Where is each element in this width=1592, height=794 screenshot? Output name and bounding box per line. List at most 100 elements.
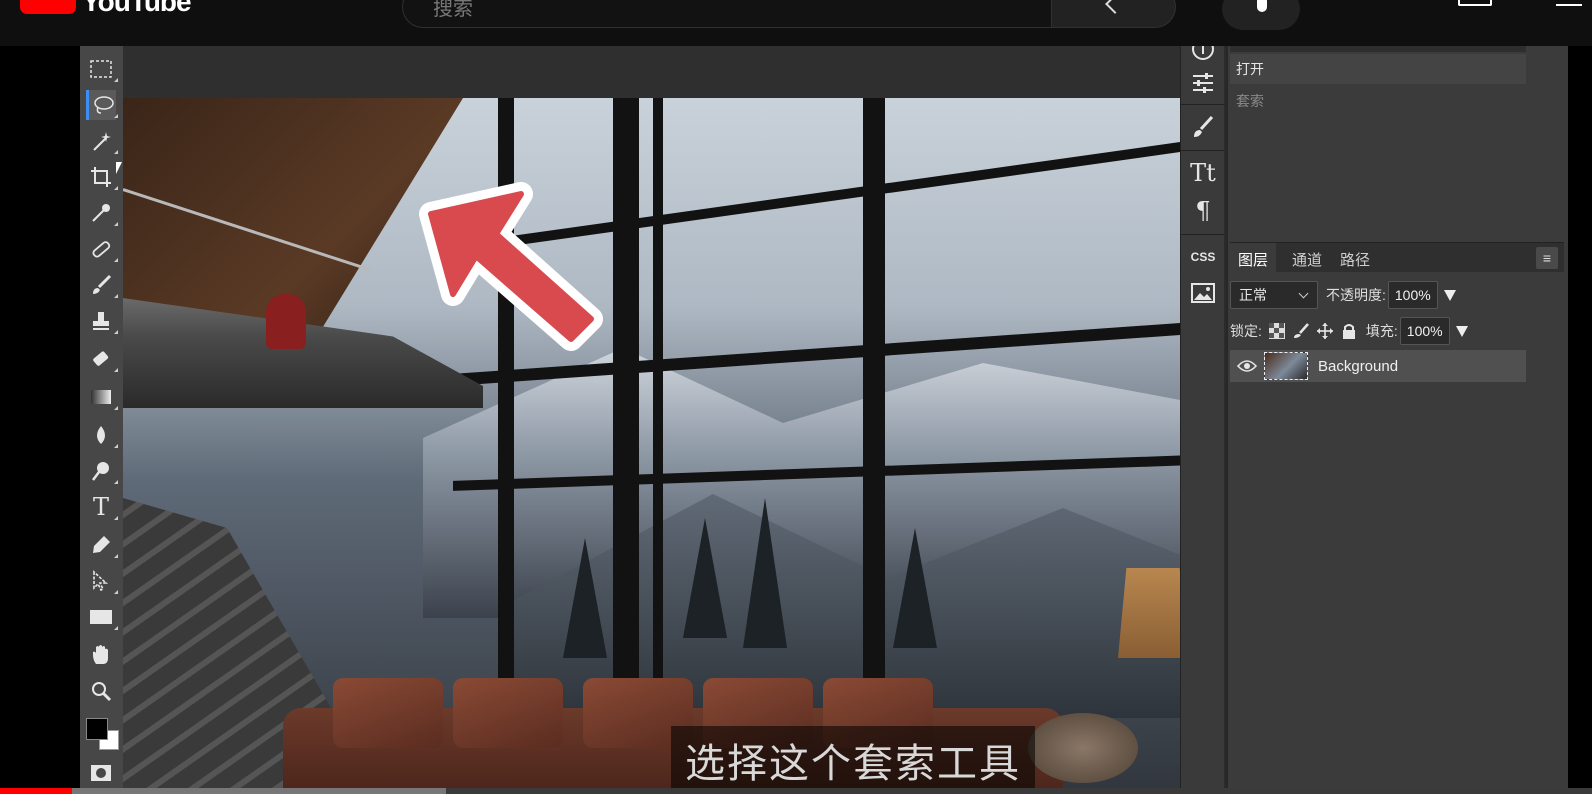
marquee-tool[interactable] [86, 54, 118, 84]
blend-mode-select[interactable]: 正常 [1230, 281, 1318, 309]
bandage-icon [92, 241, 111, 258]
fur-throw [1028, 713, 1138, 783]
voice-search-button[interactable] [1222, 0, 1300, 30]
search-placeholder: 搜索 [433, 0, 473, 20]
pine-tree [893, 528, 937, 648]
right-panels: 打开 套索 图层 通道 路径 ≡ 正常 不透明度: 100% 锁定: 填充: 1… [1226, 46, 1568, 794]
opacity-label: 不透明度: [1326, 287, 1386, 303]
eyedropper-icon [92, 204, 110, 222]
search-button[interactable] [1052, 0, 1176, 28]
css-icon[interactable]: CSS [1188, 242, 1218, 272]
photo-editor: T 选择这个套索工具 Tt ¶ CSS 打开 套索 图层 通道 路径 ≡ 正常 … [80, 46, 1568, 794]
rectangle-icon [90, 610, 112, 624]
video-player[interactable]: T 选择这个套索工具 Tt ¶ CSS 打开 套索 图层 通道 路径 ≡ 正常 … [0, 46, 1592, 794]
pine-tree [743, 498, 787, 648]
tab-paths[interactable]: 路径 [1340, 249, 1370, 270]
hand-icon [93, 645, 108, 664]
direct-select-icon [93, 570, 109, 592]
eraser-tool[interactable] [86, 344, 118, 374]
youtube-logo[interactable]: YouTube [20, 0, 192, 18]
brush-icon [93, 274, 112, 294]
crop-tool[interactable] [86, 162, 118, 192]
pine-tree [563, 538, 607, 658]
youtube-header: YouTube 搜索 [0, 0, 1592, 46]
history-item-lasso[interactable]: 套索 [1230, 86, 1526, 116]
brush-settings-icon[interactable] [1188, 112, 1218, 142]
layer-thumbnail [1264, 352, 1308, 380]
history-item-open[interactable]: 打开 [1230, 54, 1526, 84]
mouse-cursor-icon [116, 162, 122, 174]
document-tab-bar [123, 46, 1180, 98]
character-icon[interactable]: Tt [1188, 158, 1218, 188]
paragraph-icon[interactable]: ¶ [1188, 196, 1218, 226]
magic-wand-tool[interactable] [86, 126, 118, 156]
quick-mask-tool[interactable] [86, 758, 116, 788]
clone-stamp-tool[interactable] [86, 306, 118, 336]
layer-name: Background [1318, 357, 1399, 375]
blend-options-row: 正常 不透明度: 100% [1230, 280, 1564, 310]
fill-dropdown-icon[interactable] [1455, 325, 1468, 337]
chevron-down-icon [1298, 288, 1309, 298]
brush-tool[interactable] [86, 270, 118, 300]
lock-move-icon[interactable] [1316, 322, 1334, 340]
panel-menu-icon[interactable]: ≡ [1536, 247, 1558, 269]
tab-layers[interactable]: 图层 [1230, 243, 1277, 273]
hand-tool[interactable] [86, 640, 116, 670]
gradient-tool[interactable] [86, 382, 118, 412]
mask-icon [91, 765, 111, 781]
image-canvas[interactable]: 选择这个套索工具 [123, 98, 1180, 794]
fill-label: 填充: [1365, 323, 1398, 339]
video-progress-bar[interactable] [0, 788, 1592, 794]
pen-tool[interactable] [86, 530, 118, 560]
blend-mode-value: 正常 [1239, 287, 1267, 303]
crop-icon [91, 167, 111, 187]
sofa-cushion [453, 678, 563, 748]
magic-wand-icon [93, 132, 111, 151]
fill-input[interactable]: 100% [1399, 317, 1450, 345]
eyedropper-tool[interactable] [86, 198, 118, 228]
gradient-icon [91, 390, 111, 404]
layers-panel-tabs: 图层 通道 路径 ≡ [1230, 242, 1564, 273]
eye-icon[interactable] [1234, 353, 1260, 379]
marquee-icon [90, 60, 112, 78]
shape-tool[interactable] [86, 602, 118, 632]
subtitle-text: 选择这个套索工具 [685, 741, 1021, 787]
layer-row[interactable]: Background [1230, 350, 1526, 382]
drop-icon [97, 426, 105, 444]
lasso-icon [93, 96, 114, 114]
progress-played [0, 788, 72, 794]
lasso-tool[interactable] [86, 90, 118, 120]
lock-label: 锁定: [1230, 323, 1262, 339]
info-icon[interactable] [1188, 46, 1218, 64]
lock-all-icon[interactable] [1340, 322, 1358, 340]
lock-transparency-icon[interactable] [1268, 322, 1286, 340]
floor-lamp [1118, 568, 1180, 658]
tab-channels[interactable]: 通道 [1292, 249, 1322, 270]
eraser-icon [93, 351, 109, 366]
sofa-cushion [333, 678, 443, 748]
search-input[interactable]: 搜索 [402, 0, 1052, 28]
create-icon[interactable] [1458, 0, 1492, 6]
path-select-tool[interactable] [86, 566, 118, 596]
image-icon[interactable] [1188, 278, 1218, 308]
text-tool[interactable]: T [86, 492, 118, 522]
pen-icon [93, 536, 110, 553]
lock-brush-icon[interactable] [1292, 322, 1310, 340]
youtube-play-icon [20, 0, 76, 14]
zoom-tool[interactable] [86, 676, 116, 706]
adjustments-icon[interactable] [1188, 68, 1218, 98]
microphone-icon [1257, 0, 1267, 12]
blur-tool[interactable] [86, 420, 118, 450]
annotation-arrow [419, 182, 603, 351]
video-subtitle: 选择这个套索工具 [671, 726, 1035, 794]
opacity-dropdown-icon[interactable] [1443, 289, 1456, 301]
text-icon: T [92, 493, 109, 521]
foreground-color-swatch[interactable] [86, 718, 108, 740]
zoom-icon [92, 682, 112, 702]
dodge-tool[interactable] [86, 456, 118, 486]
healing-brush-tool[interactable] [86, 234, 118, 264]
panel-icon-column: Tt ¶ CSS [1180, 46, 1225, 794]
notifications-icon[interactable] [1556, 0, 1582, 6]
lock-options-row: 锁定: 填充: 100% [1230, 316, 1564, 346]
opacity-input[interactable]: 100% [1387, 281, 1438, 309]
